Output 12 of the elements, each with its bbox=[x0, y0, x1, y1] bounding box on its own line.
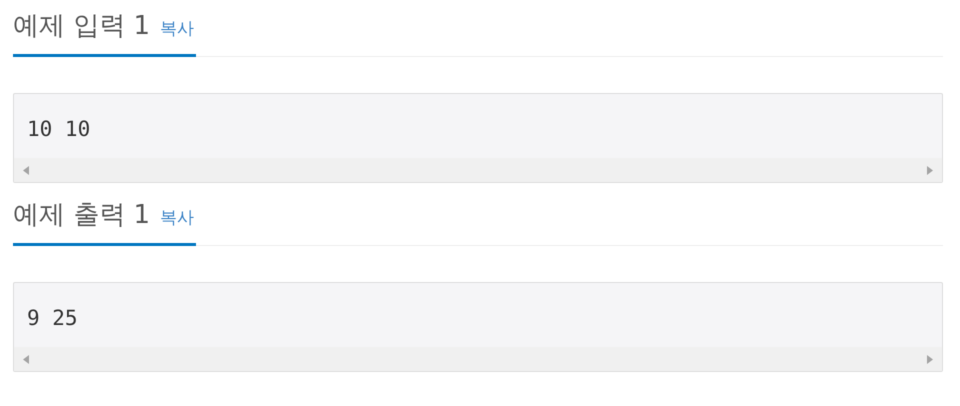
section-title: 예제 입력 1 bbox=[13, 10, 150, 43]
left-arrow-icon[interactable] bbox=[23, 166, 29, 174]
sample-text: 9 25 bbox=[26, 305, 79, 332]
sample-text: 10 10 bbox=[26, 116, 92, 143]
copy-link[interactable]: 복사 bbox=[160, 206, 194, 229]
right-arrow-icon[interactable] bbox=[927, 166, 933, 174]
left-arrow-icon[interactable] bbox=[23, 354, 29, 364]
right-arrow-icon[interactable] bbox=[927, 354, 933, 364]
section-title: 예제 출력 1 bbox=[13, 199, 150, 232]
horizontal-scrollbar[interactable] bbox=[14, 347, 942, 371]
copy-link[interactable]: 복사 bbox=[160, 17, 194, 40]
horizontal-scrollbar[interactable] bbox=[14, 158, 942, 182]
